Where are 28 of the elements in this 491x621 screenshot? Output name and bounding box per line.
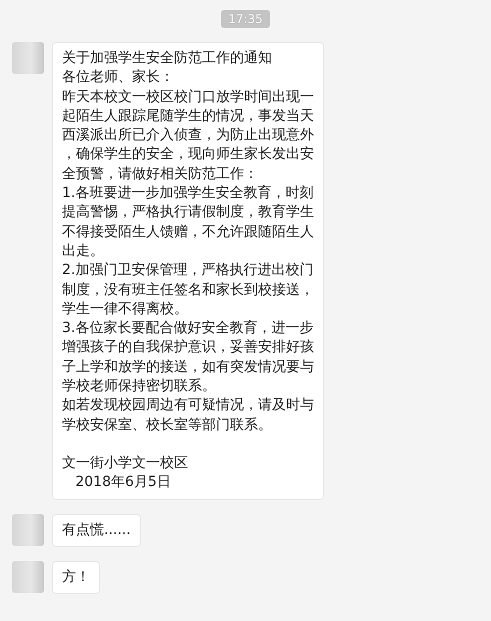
message-text: 3.各位家长要配合做好安全教育，进一步 bbox=[62, 319, 314, 338]
message-text: 全预警，请做好相关防范工作： bbox=[62, 164, 259, 184]
avatar[interactable] bbox=[12, 514, 44, 546]
avatar[interactable] bbox=[12, 42, 44, 74]
message-text: 有点慌...... bbox=[62, 520, 131, 540]
message-text: 起陌生人跟踪尾随学生的情况，事发当天 bbox=[62, 106, 314, 126]
time-label: 17:35 bbox=[221, 10, 270, 28]
message-text: 2.加强门卫安保管理，严格执行进出校门 bbox=[62, 261, 314, 280]
avatar[interactable] bbox=[12, 560, 44, 593]
message-text: 出走。 bbox=[62, 242, 105, 261]
message-text: 2018年6月5日 bbox=[74, 473, 172, 492]
message-text: 西溪派出所已介入侦查，为防止出现意外 bbox=[62, 126, 314, 146]
message-text: 如若发现校园周边有可疑情况，请及时与 bbox=[62, 396, 314, 416]
message-text: 各位老师、家长： bbox=[62, 68, 175, 88]
message-text: 关于加强学生安全防范工作的通知 bbox=[62, 49, 273, 68]
message-text: 制度，没有班主任签名和家长到校接送， bbox=[62, 280, 314, 300]
message-text: 提高警惕，严格执行请假制度，教育学生 bbox=[62, 203, 314, 222]
message-text: 1.各班要进一步加强学生安全教育，时刻 bbox=[62, 184, 314, 204]
message-text: 文一街小学文一校区 bbox=[62, 454, 189, 473]
message-text: 子上学和放学的接送，如有突发情况要与 bbox=[62, 358, 314, 377]
message-text: 学生一律不得离校。 bbox=[62, 300, 189, 319]
message-text: 学校安保室、校长室等部门联系。 bbox=[62, 416, 273, 435]
message-text: 学校老师保持密切联系。 bbox=[62, 377, 217, 396]
message-text: 不得接受陌生人馈赠，不允许跟随陌生人 bbox=[62, 222, 314, 242]
message-text: 昨天本校文一校区校门口放学时间出现一 bbox=[62, 88, 314, 107]
message-text: ，确保学生的安全，现向师生家长发出安 bbox=[62, 145, 314, 164]
message-text: 方！ bbox=[62, 568, 90, 587]
message-text: 增强孩子的自我保护意识，妥善安排好孩 bbox=[62, 338, 314, 358]
